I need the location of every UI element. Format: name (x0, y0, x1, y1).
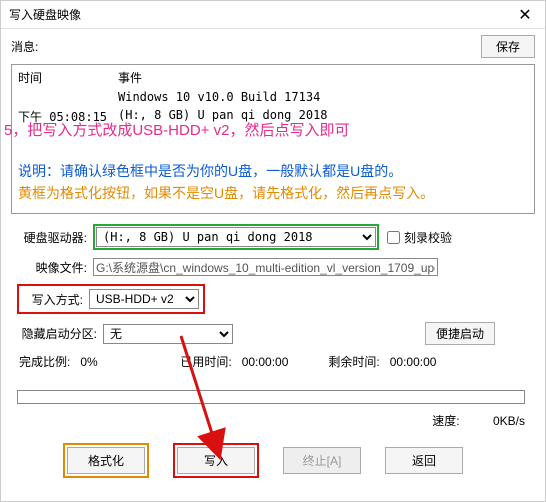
event-time (18, 90, 118, 104)
write-button[interactable]: 写入 (177, 447, 255, 474)
writemode-label: 写入方式: (23, 291, 83, 308)
titlebar: 写入硬盘映像 ✕ (1, 1, 545, 29)
drive-row: 硬盘驱动器: (H:, 8 GB) U pan qi dong 2018 刻录校… (17, 224, 529, 250)
elapsed-label: 已用时间: (180, 353, 231, 370)
close-button[interactable]: ✕ (505, 1, 545, 29)
verify-checkbox[interactable]: 刻录校验 (387, 229, 452, 246)
writemode-highlight: 写入方式: USB-HDD+ v2 (17, 284, 205, 314)
back-button[interactable]: 返回 (385, 447, 463, 474)
form-area: 硬盘驱动器: (H:, 8 GB) U pan qi dong 2018 刻录校… (1, 214, 545, 384)
hidden-select[interactable]: 无 (103, 324, 233, 344)
verify-input[interactable] (387, 231, 400, 244)
terminate-button: 终止[A] (283, 447, 361, 474)
window-title: 写入硬盘映像 (9, 6, 81, 23)
verify-label: 刻录校验 (404, 229, 452, 246)
progress-value: 0% (80, 355, 120, 369)
drive-select[interactable]: (H:, 8 GB) U pan qi dong 2018 (96, 227, 376, 247)
speed-label: 速度: (432, 414, 459, 428)
image-row: 映像文件: (17, 258, 529, 276)
progress-bar (17, 390, 525, 404)
button-row: 格式化 写入 终止[A] 返回 (1, 435, 545, 488)
image-label: 映像文件: (17, 259, 87, 276)
format-highlight: 格式化 (63, 443, 149, 478)
write-highlight: 写入 (173, 443, 259, 478)
drive-label: 硬盘驱动器: (17, 229, 87, 246)
speed-value: 0KB/s (493, 414, 525, 428)
image-path-input[interactable] (93, 258, 438, 276)
message-label: 消息: (11, 38, 38, 55)
hidden-label: 隐藏启动分区: (17, 325, 97, 342)
toolbar: 消息: 保存 (1, 29, 545, 64)
hidden-row: 隐藏启动分区: 无 便捷启动 (17, 322, 529, 345)
speed-row: 速度: 0KB/s (1, 410, 545, 435)
remaining-value: 00:00:00 (390, 355, 437, 369)
stats-row: 完成比例: 0% 已用时间: 00:00:00 剩余时间: 00:00:00 (19, 353, 529, 370)
event-text: Windows 10 v10.0 Build 17134 (118, 90, 320, 104)
progress-label: 完成比例: (19, 353, 70, 370)
event-header: 时间 事件 (18, 69, 528, 86)
col-time: 时间 (18, 69, 118, 86)
drive-highlight: (H:, 8 GB) U pan qi dong 2018 (93, 224, 379, 250)
event-log: 时间 事件 Windows 10 v10.0 Build 17134 下午 05… (11, 64, 535, 214)
col-event: 事件 (118, 69, 142, 86)
convenient-boot-button[interactable]: 便捷启动 (425, 322, 495, 345)
annotation-step5: 5，把写入方式改成USB-HDD+ v2，然后点写入即可 (4, 119, 349, 140)
annotation-note2: 黄框为格式化按钮，如果不是空U盘，请先格式化，然后再点写入。 (18, 183, 434, 203)
writemode-select[interactable]: USB-HDD+ v2 (89, 289, 199, 309)
remaining-label: 剩余时间: (328, 353, 379, 370)
save-button[interactable]: 保存 (481, 35, 535, 58)
elapsed-value: 00:00:00 (242, 355, 289, 369)
event-row: Windows 10 v10.0 Build 17134 (18, 90, 528, 104)
annotation-note1: 说明：请确认绿色框中是否为你的U盘，一般默认都是U盘的。 (18, 161, 402, 181)
close-icon: ✕ (518, 5, 531, 25)
writemode-row: 写入方式: USB-HDD+ v2 (17, 284, 529, 314)
format-button[interactable]: 格式化 (67, 447, 145, 474)
